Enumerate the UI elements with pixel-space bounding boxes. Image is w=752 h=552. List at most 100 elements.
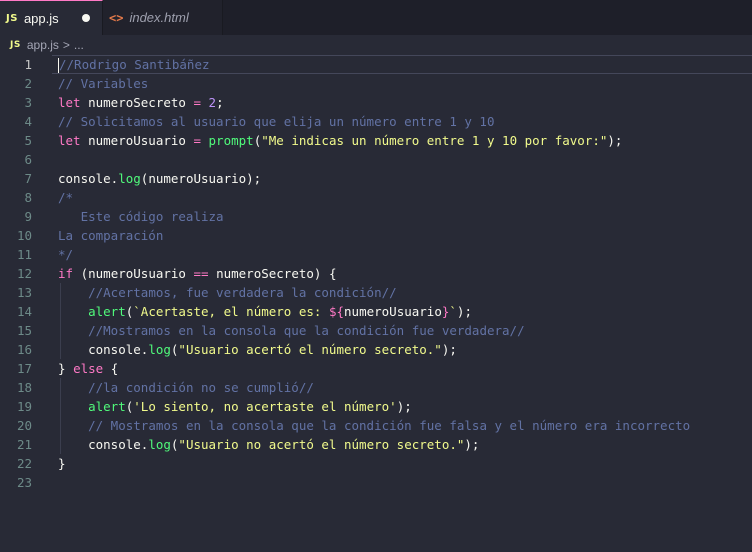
breadcrumb: JS app.js > ...	[0, 35, 752, 55]
editor-tab-bar: JS app.js <> index.html	[0, 0, 752, 35]
code-token: let	[58, 133, 81, 148]
code-line[interactable]: 3 let numeroSecreto = 2;	[0, 93, 752, 112]
line-number: 17	[16, 361, 32, 376]
code-line[interactable]: 21 console.log("Usuario no acertó el núm…	[0, 435, 752, 454]
code-token: );	[456, 304, 472, 319]
line-number: 14	[16, 304, 32, 319]
code-line[interactable]: 7 console.log(numeroUsuario);	[0, 169, 752, 188]
code-token: (numeroUsuario);	[140, 171, 262, 186]
code-line[interactable]: 8 /*	[0, 188, 752, 207]
code-token: }	[58, 361, 74, 376]
code-line[interactable]: 2 // Variables	[0, 74, 752, 93]
code-token: ==	[193, 266, 209, 281]
line-number: 5	[24, 133, 32, 148]
code-text: //la condición no se cumplió//	[58, 378, 314, 397]
code-editor[interactable]: 1 //Rodrigo Santibáñez 2 // Variables 3 let n…	[0, 55, 752, 552]
code-token: (numeroUsuario	[73, 266, 194, 281]
line-number: 13	[16, 285, 32, 300]
code-line[interactable]: 16 console.log("Usuario acertó el número…	[0, 340, 752, 359]
code-text: // Solicitamos al usuario que elija un n…	[58, 112, 495, 131]
line-number: 23	[16, 475, 32, 490]
code-line[interactable]: 11 */	[0, 245, 752, 264]
code-text: let numeroUsuario = prompt("Me indicas u…	[58, 131, 622, 150]
code-line[interactable]: 4 // Solicitamos al usuario que elija un …	[0, 112, 752, 131]
line-number: 10	[16, 228, 32, 243]
tab-label: app.js	[23, 10, 59, 26]
code-token: //Acertamos, fue verdadera la condición/…	[88, 285, 397, 300]
code-token: `	[449, 304, 457, 319]
code-line[interactable]: 20 // Mostramos en la consola que la con…	[0, 416, 752, 435]
code-token: La comparación	[58, 228, 164, 243]
code-text: alert('Lo siento, no acertaste el número…	[58, 397, 412, 416]
line-number: 20	[16, 418, 32, 433]
code-line[interactable]: 18 //la condición no se cumplió//	[0, 378, 752, 397]
code-token: "Usuario acertó el número secreto."	[178, 342, 442, 357]
code-token: alert	[88, 304, 126, 319]
code-line[interactable]: 19 alert('Lo siento, no acertaste el núm…	[0, 397, 752, 416]
code-token: }	[58, 456, 66, 471]
code-token: Este código realiza	[58, 209, 224, 224]
line-number: 12	[16, 266, 32, 281]
code-line[interactable]: 13 //Acertamos, fue verdadera la condici…	[0, 283, 752, 302]
code-token: let	[58, 95, 81, 110]
code-token: /*	[58, 190, 74, 205]
code-token: console.	[58, 171, 119, 186]
code-token: "Me indicas un número entre 1 y 10 por f…	[261, 133, 608, 148]
code-token: else	[73, 361, 104, 376]
code-text: La comparación	[58, 226, 163, 245]
line-number: 7	[24, 171, 32, 186]
line-number: 22	[16, 456, 32, 471]
line-number: 4	[24, 114, 32, 129]
line-number: 9	[24, 209, 32, 224]
line-number: 11	[16, 247, 32, 262]
code-token: prompt	[208, 133, 254, 148]
code-token: if	[58, 266, 74, 281]
code-token: log	[148, 437, 171, 452]
code-token: =	[193, 95, 201, 110]
code-token: //Mostramos en la consola que la condici…	[88, 323, 525, 338]
code-token: );	[464, 437, 480, 452]
code-token: numeroSecreto) {	[208, 266, 337, 281]
code-line[interactable]: 23	[0, 473, 752, 492]
code-text: // Variables	[58, 74, 148, 93]
code-line[interactable]: 14 alert(`Acertaste, el número es: ${num…	[0, 302, 752, 321]
code-line[interactable]: 1 //Rodrigo Santibáñez	[0, 55, 752, 74]
code-text: // Mostramos en la consola que la condic…	[58, 416, 690, 435]
code-line[interactable]: 10 La comparación	[0, 226, 752, 245]
code-token: );	[396, 399, 412, 414]
code-text: console.log(numeroUsuario);	[58, 169, 261, 188]
code-line[interactable]: 6	[0, 150, 752, 169]
code-line[interactable]: 5 let numeroUsuario = prompt("Me indicas …	[0, 131, 752, 150]
tab-app-js[interactable]: JS app.js	[0, 0, 103, 35]
code-line[interactable]: 12 if (numeroUsuario == numeroSecreto) {	[0, 264, 752, 283]
code-text: //Acertamos, fue verdadera la condición/…	[58, 283, 397, 302]
line-number: 19	[16, 399, 32, 414]
code-token: log	[118, 171, 141, 186]
javascript-file-icon: JS	[6, 12, 18, 24]
breadcrumb-symbols[interactable]: ...	[74, 38, 84, 52]
breadcrumb-file[interactable]: app.js	[27, 38, 59, 52]
code-token: 2	[208, 95, 217, 110]
code-line[interactable]: 15 //Mostramos en la consola que la cond…	[0, 321, 752, 340]
code-token: =	[193, 133, 201, 148]
code-text: console.log("Usuario no acertó el número…	[58, 435, 479, 454]
code-text: let numeroSecreto = 2;	[58, 93, 224, 112]
code-token: `Acertaste, el número es:	[133, 304, 329, 319]
code-text: if (numeroUsuario == numeroSecreto) {	[58, 264, 336, 283]
code-text: Este código realiza	[58, 207, 224, 226]
unsaved-changes-dot-icon[interactable]	[82, 14, 90, 22]
code-token: );	[441, 342, 457, 357]
indent-guide	[60, 378, 61, 454]
tab-index-html[interactable]: <> index.html	[103, 0, 223, 35]
code-line[interactable]: 22}	[0, 454, 752, 473]
code-token: // Mostramos en la consola que la condic…	[88, 418, 691, 433]
code-line[interactable]: 9 Este código realiza	[0, 207, 752, 226]
code-text: */	[58, 245, 73, 264]
code-line[interactable]: 17} else {	[0, 359, 752, 378]
